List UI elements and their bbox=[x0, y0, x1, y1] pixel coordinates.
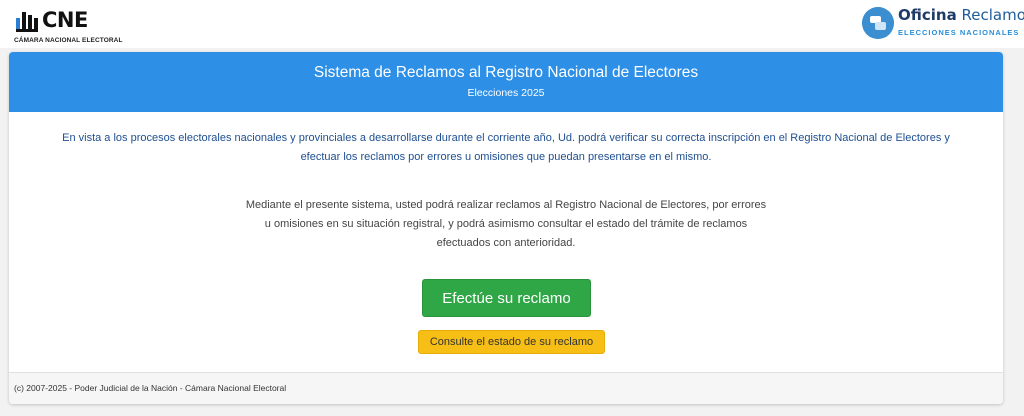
description-line: Mediante el presente sistema, usted podr… bbox=[245, 199, 767, 211]
oficina-title-bold: Oficina bbox=[898, 6, 957, 24]
top-bar: CNE CÁMARA NACIONAL ELECTORAL Oficina Re… bbox=[0, 0, 1024, 48]
intro-line: efectuar los reclamos por errores u omis… bbox=[300, 151, 712, 163]
footer: (c) 2007-2025 - Poder Judicial de la Nac… bbox=[9, 372, 1003, 404]
oficina-reclamos-logo-icon bbox=[862, 7, 894, 39]
oficina-reclamos-title: Oficina Reclamos bbox=[898, 6, 1024, 24]
cne-logo-subtitle: CÁMARA NACIONAL ELECTORAL bbox=[14, 37, 123, 44]
consulte-estado-button[interactable]: Consulte el estado de su reclamo bbox=[418, 330, 605, 354]
cne-logo[interactable]: CNE CÁMARA NACIONAL ELECTORAL bbox=[14, 6, 122, 44]
intro-line: En vista a los procesos electorales naci… bbox=[62, 132, 950, 144]
description-text: Mediante el presente sistema, usted podr… bbox=[214, 196, 798, 253]
oficina-title-light: Reclamos bbox=[961, 6, 1024, 24]
card-header: Sistema de Reclamos al Registro Nacional… bbox=[9, 52, 1003, 112]
oficina-subtitle: ELECCIONES NACIONALES bbox=[898, 28, 1020, 37]
efectue-reclamo-button[interactable]: Efectúe su reclamo bbox=[422, 279, 591, 317]
cne-logo-text: CNE bbox=[42, 8, 88, 32]
page-subtitle: Elecciones 2025 bbox=[467, 87, 545, 99]
main-card: Sistema de Reclamos al Registro Nacional… bbox=[9, 52, 1003, 404]
page-title: Sistema de Reclamos al Registro Nacional… bbox=[313, 64, 699, 81]
description-line: efectuados con anterioridad. bbox=[436, 237, 576, 249]
description-line: u omisiones en su situación registral, y… bbox=[264, 218, 748, 230]
cne-logo-icon bbox=[16, 12, 38, 32]
oficina-reclamos-logo[interactable]: Oficina Reclamos ELECCIONES NACIONALES bbox=[862, 6, 1024, 42]
intro-text: En vista a los procesos electorales naci… bbox=[29, 129, 983, 167]
